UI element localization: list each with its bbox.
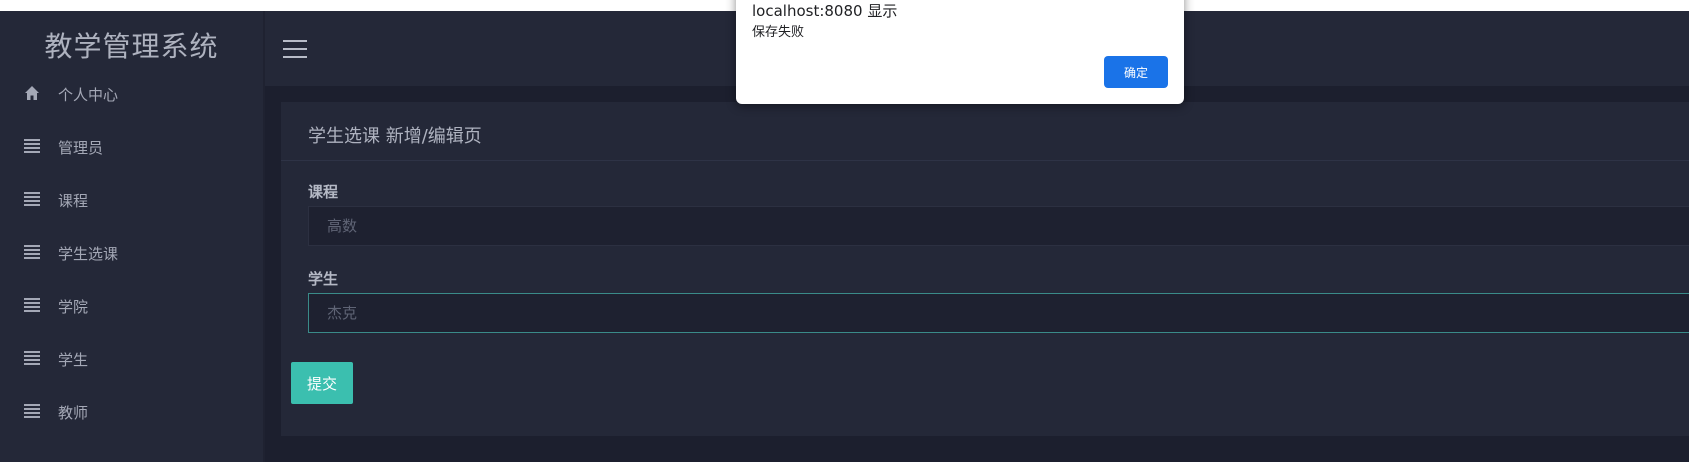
list-icon [24, 297, 40, 313]
sidebar-item-label: 教师 [58, 404, 89, 422]
sidebar-item-colleges[interactable]: 学院 [0, 279, 263, 332]
panel-divider [281, 160, 1689, 161]
list-icon [24, 403, 40, 419]
sidebar-item-label: 管理员 [58, 139, 104, 157]
list-icon [24, 138, 40, 154]
course-input[interactable]: 高数 [308, 206, 1689, 246]
hamburger-icon[interactable] [283, 40, 307, 58]
student-input[interactable]: 杰克 [308, 293, 1689, 333]
sidebar-item-admins[interactable]: 管理员 [0, 120, 263, 173]
dialog-title: localhost:8080 显示 [752, 2, 898, 20]
page-title: 学生选课 新增/编辑页 [308, 126, 482, 147]
sidebar-item-course-selection[interactable]: 学生选课 [0, 226, 263, 279]
student-field-label: 学生 [308, 270, 339, 288]
sidebar-item-teachers[interactable]: 教师 [0, 385, 263, 438]
sidebar-item-label: 个人中心 [58, 86, 119, 104]
course-field-label: 课程 [308, 183, 339, 201]
list-icon [24, 191, 40, 207]
sidebar-menu: 个人中心 管理员 课程 学生选课 学院 学生 教师 [0, 67, 263, 438]
sidebar-item-label: 学生 [58, 351, 89, 369]
dialog-ok-button[interactable]: 确定 [1104, 56, 1168, 88]
app-title: 教学管理系统 [44, 30, 219, 63]
sidebar-item-label: 学院 [58, 298, 89, 316]
sidebar-item-courses[interactable]: 课程 [0, 173, 263, 226]
sidebar-item-students[interactable]: 学生 [0, 332, 263, 385]
sidebar-item-personal-center[interactable]: 个人中心 [0, 67, 263, 120]
list-icon [24, 350, 40, 366]
alert-dialog: localhost:8080 显示 保存失败 确定 [736, 0, 1184, 104]
dialog-message: 保存失败 [752, 25, 805, 40]
form-panel: 学生选课 新增/编辑页 课程 高数 学生 杰克 提交 [281, 102, 1689, 436]
sidebar-item-label: 学生选课 [58, 245, 119, 263]
submit-button[interactable]: 提交 [291, 362, 353, 404]
sidebar: 教学管理系统 个人中心 管理员 课程 学生选课 学院 学生 教师 [0, 11, 263, 462]
home-icon [24, 85, 40, 101]
list-icon [24, 244, 40, 260]
sidebar-item-label: 课程 [58, 192, 89, 210]
